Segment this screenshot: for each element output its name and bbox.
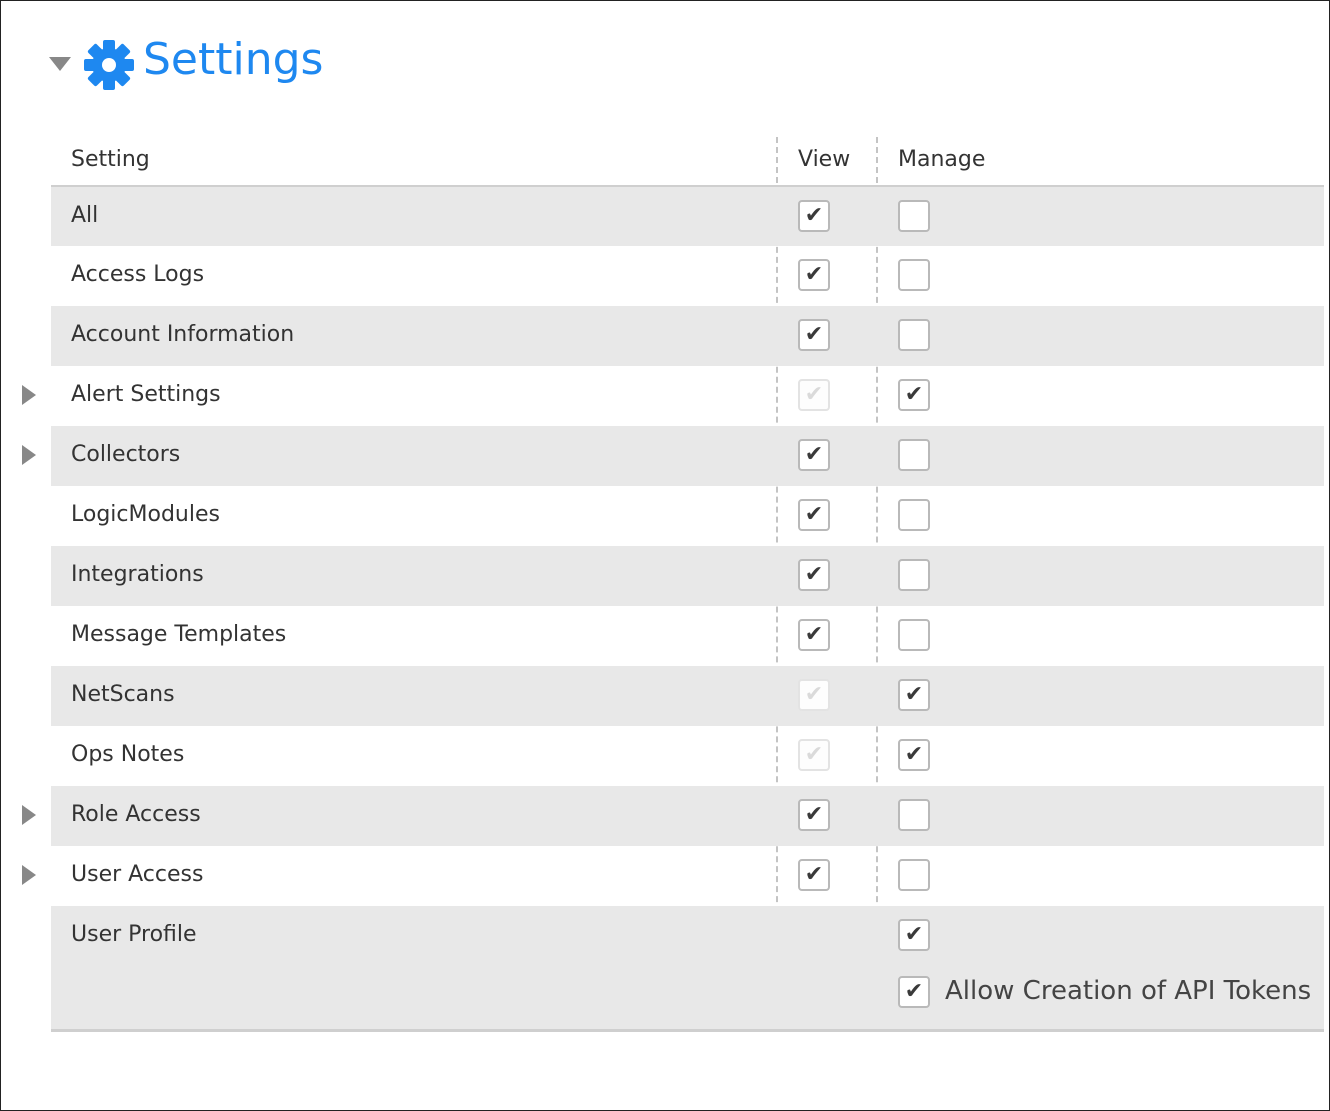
manage-checkbox[interactable] [898,259,930,291]
view-checkbox[interactable]: ✔ [798,319,830,351]
expand-arrow-icon[interactable] [22,445,36,465]
checkmark-icon: ✔ [804,382,824,407]
checkmark-icon: ✔ [804,862,824,887]
gear-icon [84,40,134,90]
view-checkbox[interactable]: ✔ [798,200,830,232]
table-row: Access Logs ✔ [51,246,1324,306]
table-header: Setting View Manage [51,137,1324,187]
view-checkbox[interactable]: ✔ [798,619,830,651]
checkmark-icon: ✔ [904,682,924,707]
manage-checkbox[interactable] [898,619,930,651]
manage-checkbox[interactable]: ✔ [898,919,930,951]
manage-checkbox[interactable] [898,439,930,471]
setting-label: Integrations [71,562,204,587]
collapse-caret-icon[interactable] [49,57,71,71]
manage-checkbox[interactable] [898,559,930,591]
api-tokens-checkbox[interactable]: ✔ [898,976,930,1008]
table-row: Collectors ✔ [22,426,1324,486]
table-row: Message Templates ✔ [51,606,1324,666]
checkmark-icon: ✔ [804,682,824,707]
column-header-setting: Setting [71,147,150,172]
view-checkbox: ✔ [798,379,830,411]
page-title: Settings [143,34,324,85]
table-row: Role Access ✔ [22,786,1324,846]
setting-label: Alert Settings [71,382,221,407]
setting-label: LogicModules [71,502,220,527]
view-checkbox[interactable]: ✔ [798,259,830,291]
view-checkbox[interactable]: ✔ [798,499,830,531]
checkmark-icon: ✔ [904,922,924,947]
view-checkbox[interactable]: ✔ [798,799,830,831]
view-checkbox[interactable]: ✔ [798,559,830,591]
view-checkbox[interactable]: ✔ [798,859,830,891]
setting-label: User Access [71,862,204,887]
view-checkbox: ✔ [798,739,830,771]
table-row: All ✔ [51,187,1324,246]
view-checkbox[interactable]: ✔ [798,439,830,471]
checkmark-icon: ✔ [904,742,924,767]
expand-arrow-icon[interactable] [22,805,36,825]
setting-label: Account Information [71,322,295,347]
checkmark-icon: ✔ [804,742,824,767]
manage-checkbox[interactable] [898,499,930,531]
permissions-table: Setting View Manage All ✔ Access Logs ✔ Acco… [22,137,1324,1032]
column-header-view: View [798,147,851,172]
table-row: NetScans ✔ ✔ [51,666,1324,726]
checkmark-icon: ✔ [904,382,924,407]
table-row: Alert Settings ✔ ✔ [22,366,1324,426]
setting-label: NetScans [71,682,175,707]
manage-checkbox[interactable] [898,200,930,232]
table-row: Account Information ✔ [51,306,1324,366]
manage-checkbox[interactable]: ✔ [898,679,930,711]
checkmark-icon: ✔ [804,262,824,287]
setting-label: Ops Notes [71,742,185,767]
setting-label: Message Templates [71,622,287,647]
column-header-manage: Manage [898,147,986,172]
settings-panel: Settings Setting View Manage All ✔ Access … [0,0,1330,1111]
expand-arrow-icon[interactable] [22,385,36,405]
checkmark-icon: ✔ [804,442,824,467]
checkmark-icon: ✔ [804,203,824,228]
manage-checkbox[interactable] [898,859,930,891]
checkmark-icon: ✔ [804,622,824,647]
checkmark-icon: ✔ [904,979,924,1004]
setting-label: Access Logs [71,262,205,287]
checkmark-icon: ✔ [804,802,824,827]
setting-label: User Profile [71,922,197,947]
table-row: Ops Notes ✔ ✔ [51,726,1324,786]
checkmark-icon: ✔ [804,562,824,587]
checkmark-icon: ✔ [804,502,824,527]
table-row: User Access ✔ [22,846,1324,906]
manage-checkbox[interactable] [898,799,930,831]
expand-arrow-icon[interactable] [22,865,36,885]
table-row: Integrations ✔ [51,546,1324,606]
view-checkbox: ✔ [798,679,830,711]
manage-checkbox[interactable]: ✔ [898,379,930,411]
table-row: User Profile ✔ ✔ Allow Creation of API Toke… [51,906,1324,1032]
setting-label: Role Access [71,802,201,827]
api-tokens-label: Allow Creation of API Tokens [945,976,1312,1006]
setting-label: All [71,203,99,228]
manage-checkbox[interactable]: ✔ [898,739,930,771]
checkmark-icon: ✔ [804,322,824,347]
table-row: LogicModules ✔ [51,486,1324,546]
manage-checkbox[interactable] [898,319,930,351]
setting-label: Collectors [71,442,181,467]
